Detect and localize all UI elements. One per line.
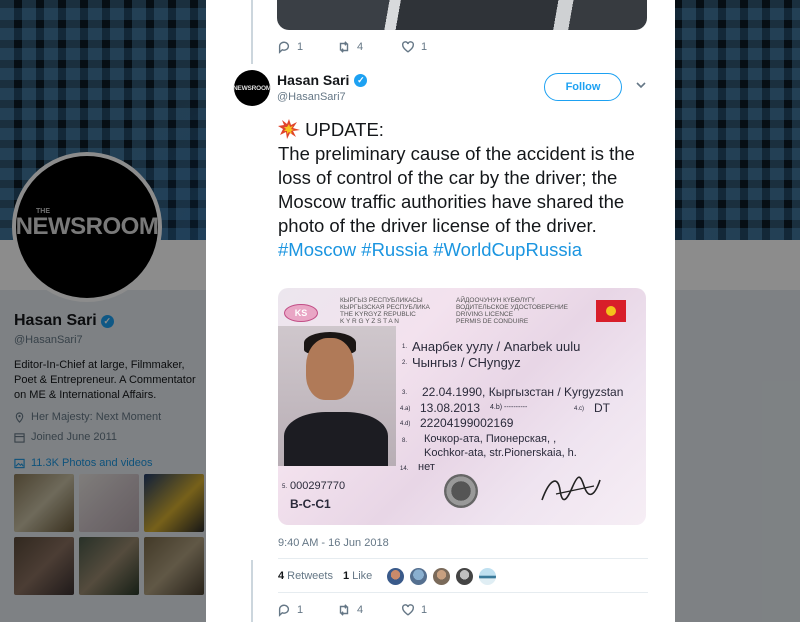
- reply-count: 1: [297, 604, 304, 616]
- license-country-badge: KS: [284, 304, 318, 322]
- liker-avatar[interactable]: [455, 566, 475, 586]
- license-field-number: 3.: [402, 390, 408, 396]
- reply-icon: [278, 41, 290, 54]
- tweet-timestamp[interactable]: 9:40 AM - 16 Jun 2018: [278, 537, 389, 549]
- license-serial: 000297770: [290, 480, 346, 492]
- retweets-stat[interactable]: 4 Retweets: [278, 570, 333, 582]
- license-photo[interactable]: KS КЫРГЫЗ РЕСПУБЛИКАСЫ КЫРГЫЗСКАЯ РЕСПУБЛ…: [278, 288, 646, 525]
- author-handle[interactable]: @HasanSari7: [277, 91, 346, 103]
- license-expiry: 4.b) ----------: [490, 404, 528, 411]
- like-count: 1: [421, 41, 428, 53]
- thread-line: [251, 560, 253, 622]
- tweet-menu-caret[interactable]: [634, 78, 648, 92]
- retweet-icon: [339, 41, 349, 53]
- liker-avatar[interactable]: [432, 566, 452, 586]
- license-portrait: [278, 326, 396, 466]
- retweet-count: 4: [357, 604, 364, 616]
- verified-icon: ✓: [354, 73, 368, 87]
- reply-button[interactable]: 1: [277, 603, 337, 617]
- tweet-header: NEWSROOM Hasan Sari ✓ @HasanSari7 Follow: [232, 70, 654, 110]
- license-field-number: 5.: [282, 484, 288, 490]
- retweet-count: 4: [357, 41, 364, 53]
- tweet-modal: 1 4 1 NEWSROOM Hasan Sari ✓ @HasanSari7 …: [206, 0, 675, 622]
- signature-icon: [541, 476, 601, 501]
- license-categories: B-C-C1: [290, 497, 331, 511]
- license-personal-number: 22204199002169: [420, 416, 514, 430]
- liker-avatars: [386, 566, 498, 586]
- kyrgyz-flag-icon: [596, 300, 626, 322]
- license-authority: DT: [594, 401, 610, 415]
- retweet-button[interactable]: 4: [337, 40, 401, 54]
- license-field-number: 4.c): [574, 406, 585, 412]
- divider: [278, 592, 648, 593]
- heart-icon: [402, 41, 414, 53]
- update-label: UPDATE:: [305, 119, 384, 140]
- license-issue-date: 13.08.2013: [420, 401, 481, 415]
- license-field-number: 4.a): [400, 406, 411, 412]
- hologram-icon: [444, 474, 478, 508]
- liker-avatar[interactable]: [478, 566, 498, 586]
- thread-line: [251, 0, 253, 64]
- tweet-body: The preliminary cause of the accident is…: [278, 143, 635, 236]
- author-avatar[interactable]: NEWSROOM: [232, 70, 272, 106]
- hashtag-link[interactable]: #Moscow: [278, 239, 356, 260]
- reply-icon: [278, 604, 290, 617]
- tweet-stats: 4 Retweets 1 Like: [278, 566, 498, 586]
- retweet-icon: [339, 604, 349, 616]
- retweet-button[interactable]: 4: [337, 603, 401, 617]
- license-restrictions: нет: [418, 461, 435, 473]
- license-surname: Анарбек уулу / Anarbek uulu: [412, 339, 581, 354]
- heart-icon: [402, 604, 414, 616]
- license-header-left: КЫРГЫЗ РЕСПУБЛИКАСЫ КЫРГЫЗСКАЯ РЕСПУБЛИКА…: [340, 297, 430, 325]
- license-header-right: АЙДООЧУНУН КҮБӨЛҮГҮ ВОДИТЕЛЬСКОЕ УДОСТОВЕ…: [456, 297, 568, 325]
- author-name-row: Hasan Sari ✓: [277, 72, 368, 88]
- like-button[interactable]: 1: [401, 603, 461, 617]
- license-address-ru: Кочкор-ата, Пионерская, ,: [424, 433, 557, 445]
- liker-avatar[interactable]: [409, 566, 429, 586]
- license-birth: 22.04.1990, Кыргызстан / Kyrgyzstan: [422, 385, 624, 399]
- like-count: 1: [421, 604, 428, 616]
- tweet-actions: 1 4 1: [277, 603, 461, 617]
- hashtag-link[interactable]: #Russia: [361, 239, 428, 260]
- tweet-text: UPDATE: The preliminary cause of the acc…: [278, 118, 648, 262]
- divider: [278, 558, 648, 559]
- previous-tweet-image[interactable]: [277, 0, 647, 30]
- hashtag-link[interactable]: #WorldCupRussia: [433, 239, 582, 260]
- license-field-number: 8.: [402, 438, 408, 444]
- collision-emoji-icon: [278, 119, 300, 139]
- license-given-name: Чынгыз / CHyngyz: [412, 355, 521, 370]
- reply-button[interactable]: 1: [277, 40, 337, 54]
- previous-tweet-actions: 1 4 1: [277, 40, 461, 54]
- chevron-down-icon: [636, 82, 646, 89]
- license-field-number: 14.: [400, 466, 409, 472]
- license-field-number: 4.d): [400, 421, 411, 427]
- liker-avatar[interactable]: [386, 566, 406, 586]
- author-avatar-text: NEWSROOM: [232, 84, 272, 92]
- license-address-en: Kochkor-ata, str.Pionerskaia, h.: [424, 447, 577, 459]
- author-name[interactable]: Hasan Sari: [277, 72, 349, 88]
- license-field-number: 2.: [402, 360, 408, 366]
- reply-count: 1: [297, 41, 304, 53]
- likes-stat[interactable]: 1 Like: [343, 570, 372, 582]
- like-button[interactable]: 1: [401, 40, 461, 54]
- follow-button[interactable]: Follow: [544, 73, 622, 101]
- license-field-number: 1.: [402, 344, 408, 350]
